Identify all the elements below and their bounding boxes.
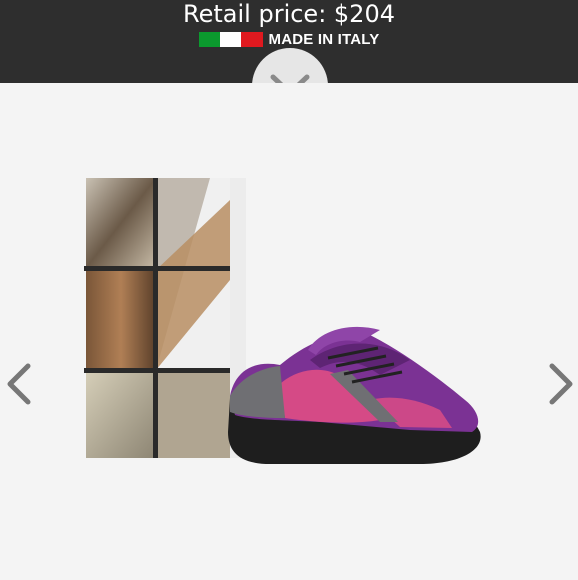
chevron-right-icon (549, 363, 573, 405)
shoe-box (84, 178, 246, 458)
sneaker (228, 326, 481, 464)
origin-row: MADE IN ITALY (0, 31, 578, 48)
next-image-button[interactable] (546, 362, 576, 406)
chevron-left-icon (7, 363, 31, 405)
previous-image-button[interactable] (4, 362, 34, 406)
italy-flag-icon (198, 32, 263, 47)
made-in-label: MADE IN ITALY (268, 31, 380, 48)
product-photo (84, 178, 481, 464)
retail-price: Retail price: $204 (183, 0, 395, 28)
